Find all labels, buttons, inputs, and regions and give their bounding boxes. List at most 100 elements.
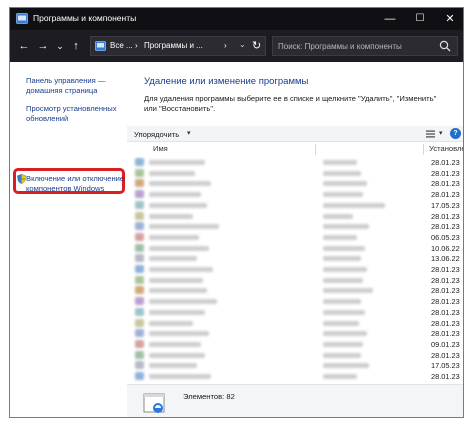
title-bar: Программы и компоненты — ☐ ✕ (10, 8, 463, 30)
table-row[interactable]: 13.06.22 (127, 253, 463, 264)
program-icon (135, 275, 144, 284)
table-row[interactable]: 28.01.23 (127, 275, 463, 286)
table-row[interactable]: 28.01.23 (127, 178, 463, 189)
program-icon (135, 200, 144, 209)
table-row[interactable]: 28.01.23 (127, 157, 463, 168)
program-icon (135, 179, 144, 188)
program-publisher-obscured (323, 234, 357, 240)
page-title: Удаление или изменение программы (144, 76, 309, 87)
table-row[interactable]: 09.01.23 (127, 339, 463, 350)
program-publisher-obscured (323, 288, 373, 294)
program-name-obscured (149, 309, 205, 315)
program-name-obscured (149, 192, 201, 198)
minimize-button[interactable]: — (375, 8, 405, 30)
program-publisher-obscured (323, 341, 363, 347)
table-row[interactable]: 28.01.23 (127, 221, 463, 232)
program-publisher-obscured (323, 245, 365, 251)
install-date: 28.01.23 (431, 179, 460, 189)
program-publisher-obscured (323, 320, 359, 326)
table-row[interactable]: 28.01.23 (127, 211, 463, 222)
back-button[interactable]: ← (16, 38, 32, 54)
program-icon (135, 190, 144, 199)
program-name-obscured (149, 363, 197, 369)
program-icon (135, 361, 144, 370)
refresh-button[interactable]: ↻ (252, 39, 261, 52)
search-icon[interactable] (439, 40, 451, 52)
forward-button[interactable]: → (35, 38, 51, 54)
program-list: 28.01.23 28.01.23 28.01.23 28.01.23 17.05.23… (127, 157, 463, 384)
programs-icon (143, 393, 165, 413)
search-input[interactable]: Поиск: Программы и компоненты (278, 42, 402, 51)
close-button[interactable]: ✕ (435, 8, 463, 30)
table-row[interactable]: 06.05.23 (127, 232, 463, 243)
address-bar[interactable]: Все ... › Программы и ... › ⌄ ↻ (90, 36, 266, 56)
program-publisher-obscured (323, 202, 385, 208)
table-row[interactable]: 28.01.23 (127, 307, 463, 318)
control-panel-home-link[interactable]: Панель управления — домашняя страница (26, 76, 126, 96)
table-row[interactable]: 28.01.23 (127, 168, 463, 179)
install-date: 28.01.23 (431, 350, 460, 360)
program-publisher-obscured (323, 309, 365, 315)
install-date: 28.01.23 (431, 190, 460, 200)
program-name-obscured (149, 352, 205, 358)
program-publisher-obscured (323, 160, 357, 165)
table-row[interactable]: 28.01.23 (127, 189, 463, 200)
program-icon (135, 232, 144, 241)
install-date: 28.01.23 (431, 168, 460, 178)
install-date: 28.01.23 (431, 372, 460, 381)
install-date: 28.01.23 (431, 211, 460, 221)
program-publisher-obscured (323, 277, 363, 283)
windows-features-link[interactable]: Включение или отключение компонентов Win… (26, 174, 126, 194)
table-row[interactable]: 17.05.23 (127, 200, 463, 211)
shield-icon (17, 174, 26, 184)
program-icon (135, 243, 144, 252)
search-box[interactable]: Поиск: Программы и компоненты (272, 36, 458, 56)
install-date: 28.01.23 (431, 318, 460, 328)
left-pane: Панель управления — домашняя страница Пр… (10, 62, 127, 417)
view-options-icon[interactable] (425, 129, 436, 139)
program-icon (135, 168, 144, 177)
program-icon (135, 254, 144, 263)
breadcrumb-all[interactable]: Все ... (110, 41, 133, 50)
column-separator (315, 144, 316, 155)
program-publisher-obscured (323, 352, 361, 358)
table-row[interactable]: 10.06.22 (127, 243, 463, 254)
up-button[interactable]: ↑ (68, 38, 84, 54)
program-icon (135, 158, 144, 166)
program-name-obscured (149, 341, 201, 347)
program-name-obscured (149, 374, 211, 379)
table-row[interactable]: 28.01.23 (127, 285, 463, 296)
program-publisher-obscured (323, 331, 367, 337)
address-dropdown[interactable]: ⌄ (239, 40, 246, 49)
table-row[interactable]: 28.01.23 (127, 350, 463, 361)
view-installed-updates-link[interactable]: Просмотр установленных обновлений (26, 104, 126, 124)
program-name-obscured (149, 320, 193, 326)
table-row[interactable]: 28.01.23 (127, 318, 463, 329)
program-publisher-obscured (323, 213, 353, 219)
install-date: 28.01.23 (431, 307, 460, 317)
organize-dropdown-icon[interactable]: ▾ (187, 129, 191, 137)
table-row[interactable]: 28.01.23 (127, 296, 463, 307)
table-row[interactable]: 17.05.23 (127, 360, 463, 371)
column-header-name[interactable]: Имя (153, 144, 168, 153)
breadcrumb-programs[interactable]: Программы и ... (144, 41, 203, 50)
maximize-button[interactable]: ☐ (405, 8, 435, 30)
program-icon (135, 211, 144, 220)
program-publisher-obscured (323, 363, 369, 369)
table-row[interactable]: 28.01.23 (127, 371, 463, 382)
help-icon[interactable]: ? (450, 128, 461, 139)
table-row[interactable]: 28.01.23 (127, 328, 463, 339)
main-pane: Удаление или изменение программы Для уда… (127, 62, 463, 417)
program-name-obscured (149, 224, 219, 230)
program-name-obscured (149, 202, 207, 208)
program-publisher-obscured (323, 224, 369, 230)
recent-locations-dropdown[interactable]: ⌄ (52, 38, 68, 54)
program-name-obscured (149, 213, 193, 219)
column-header-installed[interactable]: Установле (429, 144, 463, 153)
program-name-obscured (149, 170, 195, 176)
program-name-obscured (149, 234, 199, 240)
view-dropdown-icon[interactable]: ▾ (439, 129, 443, 137)
install-date: 10.06.22 (431, 243, 460, 253)
organize-button[interactable]: Упорядочить (134, 130, 179, 139)
table-row[interactable]: 28.01.23 (127, 264, 463, 275)
